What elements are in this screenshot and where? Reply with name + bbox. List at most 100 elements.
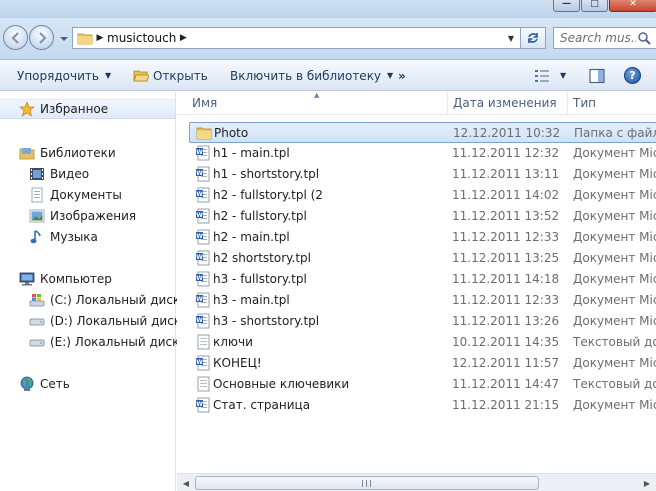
word-doc-icon: W	[195, 313, 211, 329]
file-row[interactable]: Wh1 - shortstory.tpl 11.12.2011 13:11 Доку…	[189, 164, 656, 185]
star-icon	[19, 101, 35, 117]
scroll-left-button[interactable]: ◀	[178, 475, 194, 491]
help-button[interactable]: ?	[624, 60, 641, 91]
breadcrumb-separator-icon[interactable]: ▶	[176, 33, 190, 43]
preview-pane-button[interactable]	[589, 60, 605, 91]
file-date: 11.12.2011 13:25	[452, 251, 560, 265]
arrow-right-icon	[39, 32, 47, 44]
address-dropdown-button[interactable]: ▼	[504, 30, 518, 46]
column-date[interactable]: Дата изменения	[453, 96, 557, 110]
file-name: h1 - main.tpl	[213, 146, 290, 160]
file-row[interactable]: Wh1 - main.tpl 11.12.2011 12:32 Документ M…	[189, 143, 656, 164]
file-date: 11.12.2011 14:02	[452, 188, 560, 202]
scroll-right-button[interactable]: ▶	[639, 475, 655, 491]
forward-button[interactable]	[29, 25, 54, 50]
maximize-button[interactable]: □	[581, 0, 608, 12]
svg-text:W: W	[196, 191, 203, 198]
file-row[interactable]: Wh2 shortstory.tpl 11.12.2011 13:25 Докуме…	[189, 248, 656, 269]
search-icon	[638, 32, 651, 45]
open-folder-icon	[133, 70, 149, 81]
breadcrumb-separator-icon[interactable]: ▶	[93, 33, 107, 43]
minimize-icon: —	[562, 0, 571, 9]
address-bar-row: ▶ musictouch ▶ ▼	[0, 18, 656, 60]
nav-favorites[interactable]: Избранное	[0, 99, 175, 119]
refresh-button[interactable]	[521, 27, 546, 49]
search-input[interactable]	[554, 28, 636, 48]
file-name: h3 - main.tpl	[213, 293, 290, 307]
file-type: Документ Microsoft	[573, 188, 656, 202]
folder-icon	[196, 125, 212, 141]
libraries-icon	[19, 145, 35, 161]
text-doc-icon	[195, 334, 211, 350]
include-in-library-button[interactable]: Включить в библиотеку ▼	[230, 60, 393, 91]
network-icon	[19, 376, 35, 392]
chevron-down-icon: ▼	[387, 71, 394, 80]
file-date: 11.12.2011 12:33	[452, 230, 560, 244]
recent-pages-button[interactable]	[58, 33, 70, 45]
file-row[interactable]: ключи 10.12.2011 14:35 Текстовый документ	[189, 332, 656, 353]
file-name: h2 - fullstory.tpl (2	[213, 188, 323, 202]
horizontal-scrollbar[interactable]: ◀ ▶	[177, 473, 656, 491]
file-date: 11.12.2011 12:33	[452, 293, 560, 307]
file-date: 11.12.2011 13:11	[452, 167, 560, 181]
nav-video[interactable]: Видео	[29, 164, 89, 184]
nav-computer[interactable]: Компьютер	[19, 269, 112, 289]
column-divider[interactable]	[567, 92, 568, 115]
file-type: Документ Microsoft	[573, 251, 656, 265]
more-commands-button[interactable]: »	[398, 60, 406, 91]
file-type: Текстовый документ	[573, 377, 656, 391]
address-bar[interactable]: ▶ musictouch ▶ ▼	[72, 27, 521, 49]
word-doc-icon: W	[195, 208, 211, 224]
file-row[interactable]: Wh2 - fullstory.tpl 11.12.2011 13:52 Докум…	[189, 206, 656, 227]
change-view-button[interactable]: ▼	[534, 60, 566, 91]
organize-button[interactable]: Упорядочить ▼	[17, 60, 111, 91]
file-row[interactable]: Photo 12.12.2011 10:32 Папка с файлами	[189, 122, 656, 143]
navigation-pane: Избранное Библиотеки Видео Документы Изо…	[0, 92, 181, 491]
svg-text:W: W	[196, 212, 203, 219]
more-label: »	[398, 68, 406, 83]
file-row[interactable]: W КОНЕЦ! 12.12.2011 11:57 Документ Microsof…	[189, 353, 656, 374]
nav-drive-c[interactable]: (C:) Локальный диск	[29, 290, 180, 310]
organize-label: Упорядочить	[17, 68, 99, 83]
file-name: h2 shortstory.tpl	[213, 251, 311, 265]
column-type[interactable]: Тип	[573, 96, 596, 110]
file-type: Папка с файлами	[574, 126, 656, 140]
file-row[interactable]: Wh2 - fullstory.tpl (2 11.12.2011 14:02 До…	[189, 185, 656, 206]
file-row[interactable]: Основные ключевики 11.12.2011 14:47 Тексто…	[189, 374, 656, 395]
breadcrumb-musictouch[interactable]: musictouch	[107, 31, 176, 45]
file-name: h2 - main.tpl	[213, 230, 290, 244]
nav-drive-d[interactable]: (D:) Локальный диск	[29, 311, 181, 331]
file-name: h3 - shortstory.tpl	[213, 314, 320, 328]
file-row[interactable]: Wh3 - shortstory.tpl 11.12.2011 13:26 Доку…	[189, 311, 656, 332]
svg-text:W: W	[196, 149, 203, 156]
file-name: Стат. страница	[213, 398, 311, 412]
column-name[interactable]: Имя	[192, 96, 217, 110]
refresh-icon	[528, 33, 538, 43]
nav-libraries[interactable]: Библиотеки	[19, 143, 116, 163]
file-row[interactable]: Wh3 - main.tpl 11.12.2011 12:33 Документ M…	[189, 290, 656, 311]
close-button[interactable]: ✕	[609, 0, 656, 12]
minimize-button[interactable]: —	[553, 0, 580, 12]
file-row[interactable]: Wh3 - fullstory.tpl 11.12.2011 14:18 Докум…	[189, 269, 656, 290]
nav-libraries-label: Библиотеки	[40, 146, 116, 160]
file-row[interactable]: Wh2 - main.tpl 11.12.2011 12:33 Документ M…	[189, 227, 656, 248]
arrow-left-icon	[11, 32, 19, 44]
search-box[interactable]	[553, 27, 656, 49]
nav-drive-e[interactable]: (E:) Локальный диск	[29, 332, 179, 352]
file-row[interactable]: W Стат. страница 11.12.2011 21:15 Документ …	[189, 395, 656, 416]
nav-pictures[interactable]: Изображения	[29, 206, 136, 226]
scrollbar-thumb[interactable]	[195, 476, 539, 490]
back-button[interactable]	[3, 25, 28, 50]
nav-documents[interactable]: Документы	[29, 185, 122, 205]
computer-icon	[19, 271, 35, 287]
file-list: ▲ Имя Дата изменения Тип Photo 12.12.2011…	[177, 92, 656, 491]
chevron-down-icon: ▼	[104, 71, 112, 80]
nav-network[interactable]: Сеть	[19, 374, 70, 394]
column-divider[interactable]	[447, 92, 448, 115]
nav-favorites-label: Избранное	[40, 102, 109, 116]
open-button[interactable]: Открыть	[133, 60, 208, 91]
nav-music[interactable]: Музыка	[29, 227, 98, 247]
svg-text:W: W	[196, 296, 203, 303]
file-name: h2 - fullstory.tpl	[213, 209, 307, 223]
include-label: Включить в библиотеку	[230, 68, 382, 83]
